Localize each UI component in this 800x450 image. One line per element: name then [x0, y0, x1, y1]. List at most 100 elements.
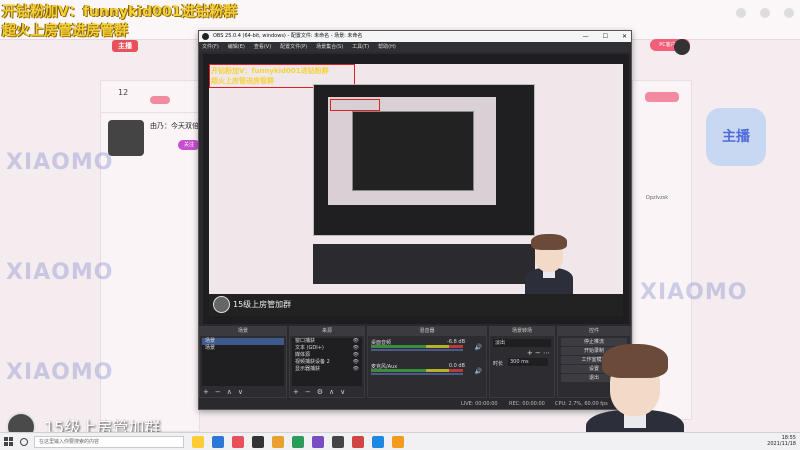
obs-window[interactable]: OBS 25.0.4 (64-bit, windows) - 配置文件: 未命名…: [198, 30, 633, 410]
transitions-dock: 场景转场 淡出 + − ⋯ 时长 300 ms: [489, 326, 555, 398]
maximize-icon[interactable]: ☐: [603, 31, 608, 42]
preview-lower-avatar: [213, 296, 230, 313]
windows-start-icon[interactable]: [4, 437, 14, 447]
source-item[interactable]: 文本 (GDI+) 👁: [292, 345, 362, 352]
site-logo[interactable]: 主播: [112, 40, 138, 52]
user-avatar[interactable]: [674, 39, 690, 55]
source-label: 媒体源: [295, 352, 311, 358]
source-label: 窗口捕获: [295, 338, 316, 344]
sources-header: 来源: [290, 327, 364, 336]
clock-date: 2021/11/18: [767, 441, 796, 447]
taskbar-app-icons: [192, 436, 404, 448]
menu-profile[interactable]: 配置文件(P): [280, 42, 307, 52]
minimize-icon[interactable]: —: [583, 31, 589, 42]
nested-preview-2: [328, 97, 496, 205]
preview-lower-text: 15级上房管加群: [233, 300, 292, 309]
taskbar-search-input[interactable]: 在这里输入你要搜索的内容: [34, 436, 184, 448]
taskbar-app-icon[interactable]: [372, 436, 384, 448]
overlay-line1: 开钻粉加V：funnykid001进钻粉群: [2, 4, 238, 20]
duration-input[interactable]: 300 ms: [508, 358, 548, 366]
follow-button[interactable]: 关注: [178, 140, 200, 150]
mixer-channel: 麦克风/Aux 0.0 dB 🔊: [371, 363, 483, 377]
browser-window-controls[interactable]: [736, 8, 794, 18]
sources-toolbar: + − ⚙ ∧ ∨: [293, 388, 345, 396]
taskbar-app-icon[interactable]: [352, 436, 364, 448]
watermark: XIAOMO: [640, 280, 748, 305]
volume-meter: [371, 345, 463, 348]
source-label: 视频捕获设备 2: [295, 359, 330, 365]
source-item[interactable]: 显示器捕获 👁: [292, 366, 362, 373]
preview-canvas: 开钻粉加V：funnykid001进钻粉群 超火上房管进房管群 15级上房管加群: [209, 64, 623, 316]
gear-icon[interactable]: ⚙: [317, 388, 323, 396]
volume-slider[interactable]: [371, 373, 463, 375]
close-icon[interactable]: ✕: [622, 31, 627, 42]
move-up-icon[interactable]: ∧: [329, 388, 334, 396]
browser-ext-icon[interactable]: [760, 8, 770, 18]
menu-tools[interactable]: 工具(T): [352, 42, 369, 52]
speaker-icon[interactable]: 🔊: [475, 368, 482, 375]
bg-pill: [645, 92, 679, 102]
menu-view[interactable]: 查看(V): [254, 42, 271, 52]
taskbar-app-icon[interactable]: [272, 436, 284, 448]
controls-header: 控件: [558, 327, 630, 336]
visibility-icon[interactable]: 👁: [353, 338, 359, 345]
volume-slider[interactable]: [371, 349, 463, 351]
vtuber-avatar-small: [519, 232, 579, 294]
rec-time: REC: 00:00:00: [509, 401, 545, 407]
transition-add-remove[interactable]: + − ⋯: [527, 349, 550, 357]
window-controls[interactable]: — ☐ ✕: [583, 31, 627, 42]
obs-titlebar[interactable]: OBS 25.0.4 (64-bit, windows) - 配置文件: 未命名…: [199, 31, 631, 42]
sources-dock: 来源 窗口捕获 👁 文本 (GDI+) 👁 媒体源 👁 视频捕获设备 2 👁 显示器捕获…: [289, 326, 365, 398]
taskbar-app-icon[interactable]: [392, 436, 404, 448]
obs-preview[interactable]: 开钻粉加V：funnykid001进钻粉群 超火上房管进房管群 15级上房管加群: [203, 54, 629, 324]
scene-item[interactable]: 场景: [202, 345, 284, 352]
source-item[interactable]: 窗口捕获 👁: [292, 338, 362, 345]
source-label: 显示器捕获: [295, 366, 321, 372]
visibility-icon[interactable]: 👁: [353, 366, 359, 373]
remove-icon[interactable]: −: [215, 388, 221, 396]
menu-scene-collection[interactable]: 场景集合(S): [316, 42, 343, 52]
mixer-channel: 桌面音频 -6.8 dB 🔊: [371, 339, 483, 353]
watermark: XIAOMO: [6, 260, 114, 285]
taskbar-app-icon[interactable]: [232, 436, 244, 448]
taskbar-app-icon[interactable]: [212, 436, 224, 448]
bg-count: 12: [118, 88, 129, 97]
cortana-icon[interactable]: [20, 438, 28, 446]
transition-select[interactable]: 淡出: [493, 339, 551, 347]
transitions-header: 场景转场: [490, 327, 554, 336]
taskbar-app-icon[interactable]: [252, 436, 264, 448]
visibility-icon[interactable]: 👁: [353, 359, 359, 366]
source-item[interactable]: 视频捕获设备 2 👁: [292, 359, 362, 366]
watermark: XIAOMO: [6, 150, 114, 175]
obs-docks: 场景 场景 场景 + − ∧ ∨ 来源 窗口捕获 👁 文本 (GDI+) 👁 媒体源…: [199, 326, 633, 401]
scene-item[interactable]: 场景: [202, 338, 284, 345]
streamer-name: 由乃：今天双倍: [150, 122, 199, 130]
sticker-image: 主播: [706, 108, 766, 166]
visibility-icon[interactable]: 👁: [353, 345, 359, 352]
add-icon[interactable]: +: [203, 388, 209, 396]
move-up-icon[interactable]: ∧: [227, 388, 232, 396]
obs-menubar[interactable]: 文件(F) 编辑(E) 查看(V) 配置文件(P) 场景集合(S) 工具(T) …: [199, 42, 631, 52]
add-icon[interactable]: +: [293, 388, 299, 396]
remove-icon[interactable]: −: [305, 388, 311, 396]
browser-menu-icon[interactable]: [784, 8, 794, 18]
menu-edit[interactable]: 编辑(E): [228, 42, 245, 52]
menu-file[interactable]: 文件(F): [202, 42, 219, 52]
taskbar-app-icon[interactable]: [332, 436, 344, 448]
nested-selection-box: [330, 99, 380, 111]
source-item[interactable]: 媒体源 👁: [292, 352, 362, 359]
scenes-toolbar: + − ∧ ∨: [203, 388, 243, 396]
overlay-line2: 超火上房管进房管群: [2, 23, 128, 39]
visibility-icon[interactable]: 👁: [353, 352, 359, 359]
speaker-icon[interactable]: 🔊: [475, 344, 482, 351]
browser-ext-icon[interactable]: [736, 8, 746, 18]
move-down-icon[interactable]: ∨: [340, 388, 345, 396]
move-down-icon[interactable]: ∨: [238, 388, 243, 396]
taskbar-app-icon[interactable]: [292, 436, 304, 448]
obs-logo-icon: [202, 33, 209, 40]
menu-help[interactable]: 帮助(H): [378, 42, 396, 52]
taskbar-app-icon[interactable]: [312, 436, 324, 448]
system-tray[interactable]: 18:55 2021/11/18: [767, 435, 796, 447]
mixer-header: 混音器: [368, 327, 486, 336]
taskbar-app-icon[interactable]: [192, 436, 204, 448]
